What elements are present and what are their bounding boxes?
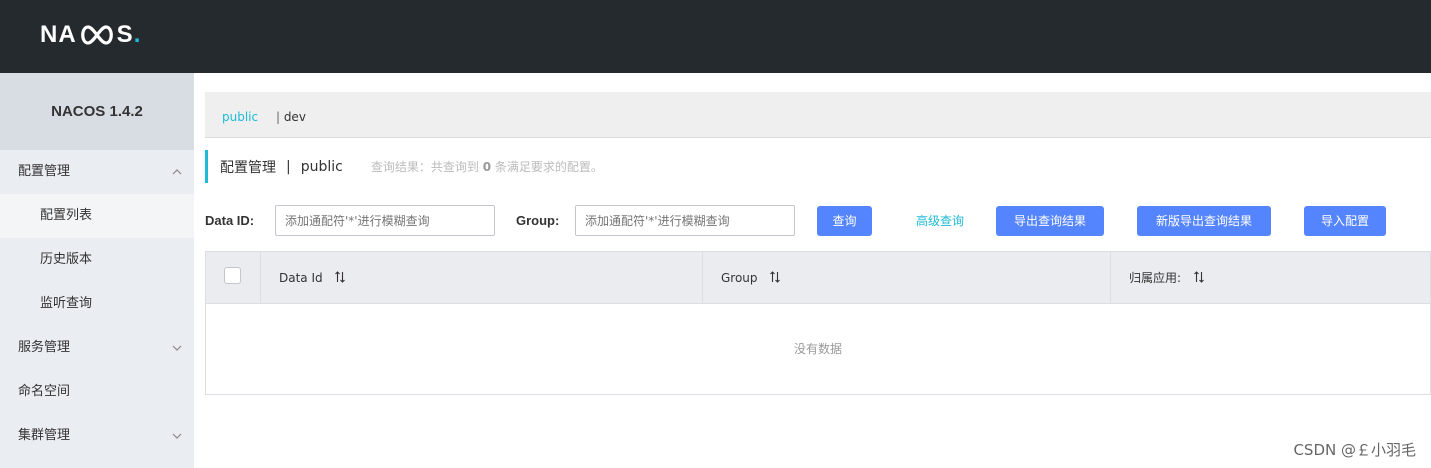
sort-icon[interactable] bbox=[1193, 271, 1205, 283]
logo-text-start: NA bbox=[40, 21, 77, 48]
watermark: CSDN @￡小羽毛 bbox=[1293, 441, 1416, 459]
empty-state-text: 没有数据 bbox=[793, 342, 842, 356]
column-group[interactable]: Group bbox=[703, 252, 1111, 304]
sidebar-item-label: 监听查询 bbox=[40, 296, 93, 311]
column-label: 归属应用: bbox=[1129, 271, 1182, 285]
sidebar-item-label: 配置列表 bbox=[40, 208, 93, 223]
main-content: public | dev 配置管理 | public 查询结果：共查询到 0 条… bbox=[194, 73, 1431, 468]
chevron-down-icon bbox=[172, 345, 182, 351]
sidebar-item-config-list[interactable]: 配置列表 bbox=[0, 194, 194, 238]
advanced-query-link[interactable]: 高级查询 bbox=[916, 206, 964, 236]
infinity-icon bbox=[80, 25, 113, 45]
new-export-button[interactable]: 新版导出查询结果 bbox=[1137, 206, 1271, 236]
export-button[interactable]: 导出查询结果 bbox=[996, 206, 1104, 236]
group-input[interactable] bbox=[575, 205, 795, 236]
sidebar-item-history[interactable]: 历史版本 bbox=[0, 238, 194, 282]
logo-dot: . bbox=[133, 21, 142, 48]
column-data-id[interactable]: Data Id bbox=[261, 252, 703, 304]
select-all-checkbox[interactable] bbox=[224, 267, 241, 284]
sidebar-item-label: 历史版本 bbox=[40, 252, 93, 267]
top-header: NA S . bbox=[0, 0, 1431, 73]
sidebar: NACOS 1.4.2 配置管理 配置列表 历史版本 监听查询 服务管理 命名空… bbox=[0, 73, 194, 468]
query-result-prefix: 查询结果：共查询到 bbox=[370, 160, 479, 174]
sidebar-item-cluster-management[interactable]: 集群管理 bbox=[0, 414, 194, 458]
namespace-public-link[interactable]: public bbox=[222, 110, 258, 124]
namespace-separator: | bbox=[275, 110, 280, 124]
sidebar-item-label: 集群管理 bbox=[18, 428, 71, 443]
sort-icon[interactable] bbox=[334, 271, 346, 283]
sidebar-item-listener-query[interactable]: 监听查询 bbox=[0, 282, 194, 326]
sidebar-item-label: 服务管理 bbox=[18, 340, 71, 355]
chevron-down-icon bbox=[172, 433, 182, 439]
chevron-up-icon bbox=[172, 169, 182, 175]
nacos-logo[interactable]: NA S . bbox=[40, 21, 141, 49]
query-result-count: 0 bbox=[482, 160, 492, 174]
page-title: 配置管理 bbox=[220, 159, 276, 176]
page-title-row: 配置管理 | public 查询结果：共查询到 0 条满足要求的配置。 bbox=[205, 150, 603, 183]
dataid-input[interactable] bbox=[275, 205, 495, 236]
logo-text-end: S bbox=[116, 21, 134, 48]
namespace-bar: public | dev bbox=[205, 92, 1431, 138]
page-namespace: public bbox=[300, 158, 343, 175]
column-label: Group bbox=[721, 271, 758, 285]
title-separator: | bbox=[286, 158, 291, 175]
select-all-cell bbox=[206, 252, 261, 304]
sidebar-item-namespace[interactable]: 命名空间 bbox=[0, 370, 194, 414]
config-table: Data Id Group 归属应用: 没有数据 bbox=[205, 251, 1431, 395]
query-result-info: 查询结果：共查询到 0 条满足要求的配置。 bbox=[371, 158, 603, 175]
dataid-label: Data ID: bbox=[205, 213, 255, 228]
group-label: Group: bbox=[516, 213, 560, 228]
sidebar-item-config-management[interactable]: 配置管理 bbox=[0, 150, 194, 194]
query-button[interactable]: 查询 bbox=[817, 206, 872, 236]
query-result-suffix: 条满足要求的配置。 bbox=[494, 160, 603, 174]
version-label: NACOS 1.4.2 bbox=[0, 73, 194, 150]
sidebar-item-label: 配置管理 bbox=[18, 164, 71, 179]
sort-icon[interactable] bbox=[769, 271, 781, 283]
column-label: Data Id bbox=[279, 271, 323, 285]
table-header: Data Id Group 归属应用: bbox=[206, 252, 1430, 304]
column-app[interactable]: 归属应用: bbox=[1111, 252, 1430, 304]
import-config-button[interactable]: 导入配置 bbox=[1304, 206, 1386, 236]
namespace-dev-link[interactable]: dev bbox=[284, 110, 306, 124]
sidebar-item-service-management[interactable]: 服务管理 bbox=[0, 326, 194, 370]
sidebar-item-label: 命名空间 bbox=[18, 384, 71, 399]
search-row: Data ID: Group: 查询 高级查询 导出查询结果 新版导出查询结果 … bbox=[205, 205, 1431, 237]
